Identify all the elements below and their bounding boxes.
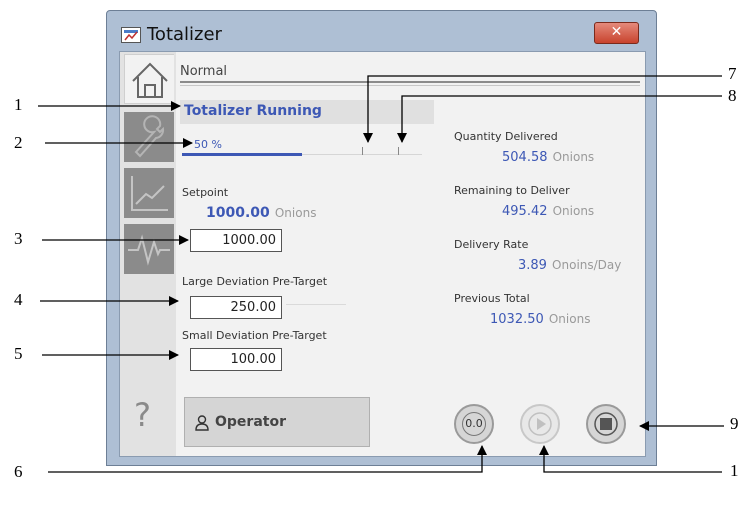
callout-number: 9 <box>730 414 739 433</box>
callout-arrow-7 <box>363 75 722 143</box>
callout-arrow-6 <box>48 445 487 473</box>
callout-arrows <box>38 75 724 473</box>
callout-number: 1 <box>14 95 23 114</box>
callout-number: 8 <box>728 86 737 105</box>
callout-arrow-8 <box>397 95 722 143</box>
callout-arrow-10 <box>539 445 722 473</box>
callout-number: 2 <box>14 133 23 152</box>
callout-number: 1 <box>730 461 739 480</box>
callout-number: 3 <box>14 229 23 248</box>
callout-number: 4 <box>14 290 23 309</box>
callout-number: 5 <box>14 344 23 363</box>
callout-number: 6 <box>14 462 23 481</box>
callout-number: 7 <box>728 64 737 83</box>
